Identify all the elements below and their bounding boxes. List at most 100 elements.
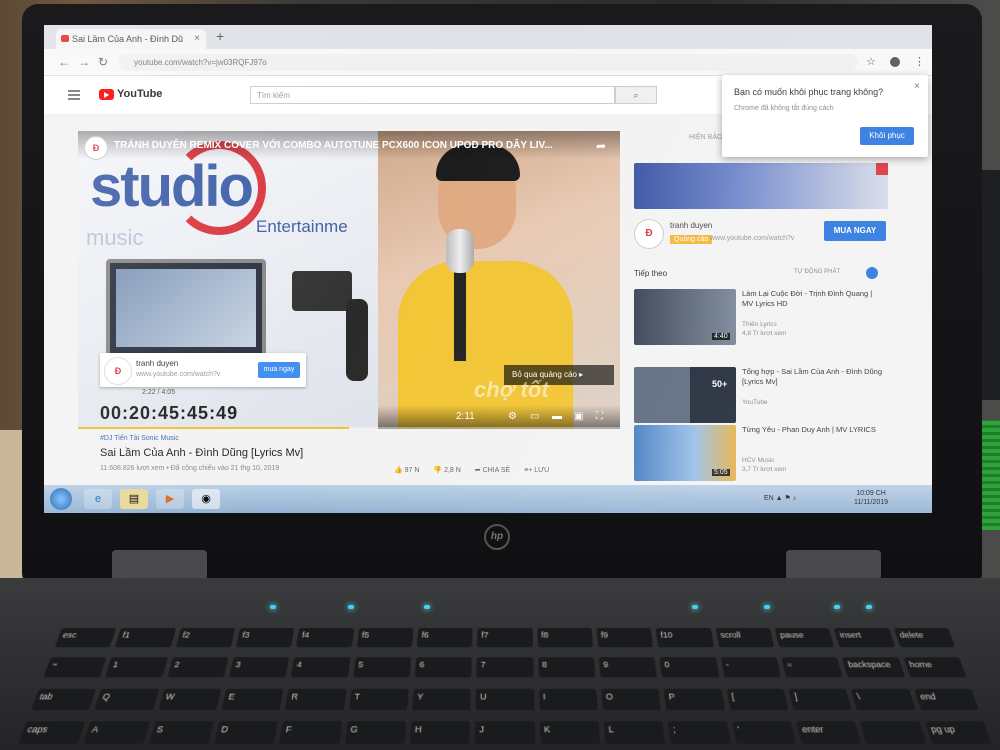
recommendation-title[interactable]: Làm Lại Cuộc Đời - Trịnh Đình Quang | MV… — [742, 289, 882, 309]
recommendation-thumbnail[interactable] — [634, 367, 736, 423]
keyboard-key[interactable]: insert — [834, 628, 896, 648]
dislike-button[interactable]: 👎 2,8 N — [433, 467, 460, 474]
profile-avatar-icon[interactable] — [890, 57, 900, 67]
keyboard-key[interactable]: P — [663, 688, 725, 710]
keyboard-key[interactable]: ~ — [43, 657, 107, 678]
keyboard-key[interactable]: end — [913, 688, 979, 710]
ad-promo-card[interactable]: Đ tranh duyen www.youtube.com/watch?v mu… — [100, 353, 306, 387]
video-hashtags[interactable]: #DJ Tiến Tài Sonic Music — [100, 435, 179, 442]
keyboard-key[interactable]: - — [720, 657, 782, 678]
channel-avatar[interactable]: Đ — [84, 136, 108, 160]
keyboard-key[interactable]: 0 — [659, 657, 720, 678]
keyboard-key[interactable]: f3 — [235, 628, 295, 648]
recommendation-title[interactable]: Tổng hợp - Sai Lầm Của Anh - Đình Dũng [… — [742, 367, 882, 387]
save-button[interactable]: ≡+ LƯU — [524, 467, 549, 474]
keyboard-key[interactable]: caps — [18, 720, 86, 744]
restore-button[interactable]: Khôi phục — [860, 127, 914, 145]
keyboard-key[interactable]: [ — [726, 688, 789, 710]
keyboard-key[interactable]: f2 — [175, 628, 236, 648]
sponsor-name[interactable]: tranh duyen — [670, 221, 712, 230]
chrome-menu-icon[interactable]: ⋮ — [914, 55, 925, 68]
recommendation-item[interactable]: 4:40 Làm Lại Cuộc Đời - Trịnh Đình Quang… — [634, 289, 884, 345]
search-input[interactable]: Tìm kiếm — [250, 86, 615, 104]
keyboard-key[interactable]: 8 — [537, 657, 596, 678]
keyboard-key[interactable]: K — [539, 720, 601, 744]
keyboard-key[interactable]: pg up — [924, 720, 992, 744]
sponsor-logo[interactable]: Đ — [634, 219, 664, 249]
new-tab-icon[interactable]: + — [216, 28, 224, 44]
youtube-logo[interactable]: YouTube — [99, 88, 162, 100]
keyboard-key[interactable]: J — [474, 720, 535, 744]
progress-bar[interactable] — [78, 427, 620, 429]
keyboard-key[interactable]: H — [409, 720, 471, 744]
keyboard-key[interactable]: delete — [893, 628, 956, 648]
keyboard-key[interactable]: backspace — [842, 657, 905, 678]
video-overlay-title[interactable]: TRÁNH DUYÊN REMIX COVER VỚI COMBO AUTOTU… — [114, 140, 553, 151]
keyboard-key[interactable]: D — [214, 720, 279, 744]
keyboard-key[interactable]: f9 — [596, 628, 654, 648]
keyboard-key[interactable]: ] — [788, 688, 852, 710]
keyboard-key[interactable]: 3 — [228, 657, 290, 678]
keyboard-key[interactable]: esc — [54, 628, 117, 648]
sidebar-banner-ad[interactable] — [634, 163, 888, 209]
keyboard-key[interactable]: I — [538, 688, 598, 710]
keyboard-key[interactable]: Q — [94, 688, 159, 710]
keyboard-key[interactable]: pause — [774, 628, 835, 648]
browser-tab[interactable]: Sai Lầm Của Anh - Đình Dũ × — [56, 29, 206, 49]
ie-taskbar-icon[interactable]: e — [84, 489, 112, 509]
keyboard-key[interactable]: F — [279, 720, 343, 744]
chrome-taskbar-icon[interactable]: ◉ — [192, 489, 220, 509]
keyboard-key[interactable]: 7 — [476, 657, 534, 678]
recommendation-item[interactable]: 5:05 Từng Yêu - Phan Duy Anh | MV LYRICS… — [634, 425, 884, 481]
keyboard-key[interactable]: U — [475, 688, 535, 710]
keyboard-key[interactable]: R — [285, 688, 347, 710]
popup-close-icon[interactable]: × — [914, 81, 920, 92]
keyboard-key[interactable]: G — [344, 720, 407, 744]
share-icon[interactable]: ➦ — [596, 139, 606, 153]
keyboard-key[interactable]: ' — [731, 720, 796, 744]
miniplayer-icon[interactable]: ▭ — [530, 411, 539, 422]
keyboard-key[interactable]: 1 — [105, 657, 168, 678]
cast-icon[interactable]: ▣ — [574, 411, 583, 422]
keyboard-key[interactable]: enter — [796, 720, 862, 744]
keyboard-key[interactable]: Y — [412, 688, 472, 710]
keyboard-key[interactable]: 4 — [290, 657, 351, 678]
keyboard-key[interactable]: 5 — [352, 657, 412, 678]
theater-mode-icon[interactable]: ▬ — [552, 411, 562, 422]
settings-gear-icon[interactable]: ⚙ — [508, 411, 517, 422]
back-icon[interactable]: ← — [58, 55, 70, 69]
keyboard-key[interactable]: 6 — [414, 657, 473, 678]
keyboard-key[interactable]: = — [781, 657, 844, 678]
address-bar[interactable]: youtube.com/watch?v=jw03RQFJ97o — [118, 54, 858, 71]
recommendation-item[interactable]: 50+ Tổng hợp - Sai Lầm Của Anh - Đình Dũ… — [634, 367, 884, 423]
start-button[interactable] — [50, 488, 72, 510]
search-button[interactable]: ⌕ — [615, 86, 657, 104]
keyboard-key[interactable]: tab — [31, 688, 97, 710]
reload-icon[interactable]: ↻ — [98, 55, 108, 69]
explorer-taskbar-icon[interactable]: ▤ — [120, 489, 148, 509]
keyboard-key[interactable]: \ — [850, 688, 916, 710]
keyboard-key[interactable]: S — [148, 720, 214, 744]
tab-close-icon[interactable]: × — [194, 29, 200, 49]
taskbar-clock[interactable]: 10:09 CH 11/11/2019 — [854, 489, 888, 507]
keyboard-key[interactable]: 2 — [166, 657, 229, 678]
keyboard-key[interactable]: f1 — [114, 628, 176, 648]
keyboard-key[interactable]: E — [221, 688, 284, 710]
keyboard-key[interactable]: ; — [667, 720, 731, 744]
keyboard-key[interactable]: A — [83, 720, 150, 744]
keyboard-key[interactable]: f10 — [655, 628, 714, 648]
fullscreen-icon[interactable]: ⛶ — [596, 411, 603, 422]
system-tray[interactable]: EN ▲ ⚑ ♪ — [764, 494, 796, 502]
keyboard-key[interactable] — [860, 720, 927, 744]
keyboard-key[interactable]: f6 — [416, 628, 473, 648]
autoplay-toggle[interactable] — [866, 267, 878, 279]
media-taskbar-icon[interactable]: ▶ — [156, 489, 184, 509]
share-button[interactable]: ➦ CHIA SẺ — [475, 467, 510, 474]
keyboard-key[interactable]: f4 — [296, 628, 355, 648]
keyboard-key[interactable]: O — [601, 688, 662, 710]
keyboard-key[interactable]: T — [348, 688, 409, 710]
like-button[interactable]: 👍 97 N — [394, 467, 419, 474]
buy-now-button[interactable]: MUA NGAY — [824, 221, 886, 241]
forward-icon[interactable]: → — [78, 55, 90, 69]
keyboard-key[interactable]: home — [903, 657, 967, 678]
